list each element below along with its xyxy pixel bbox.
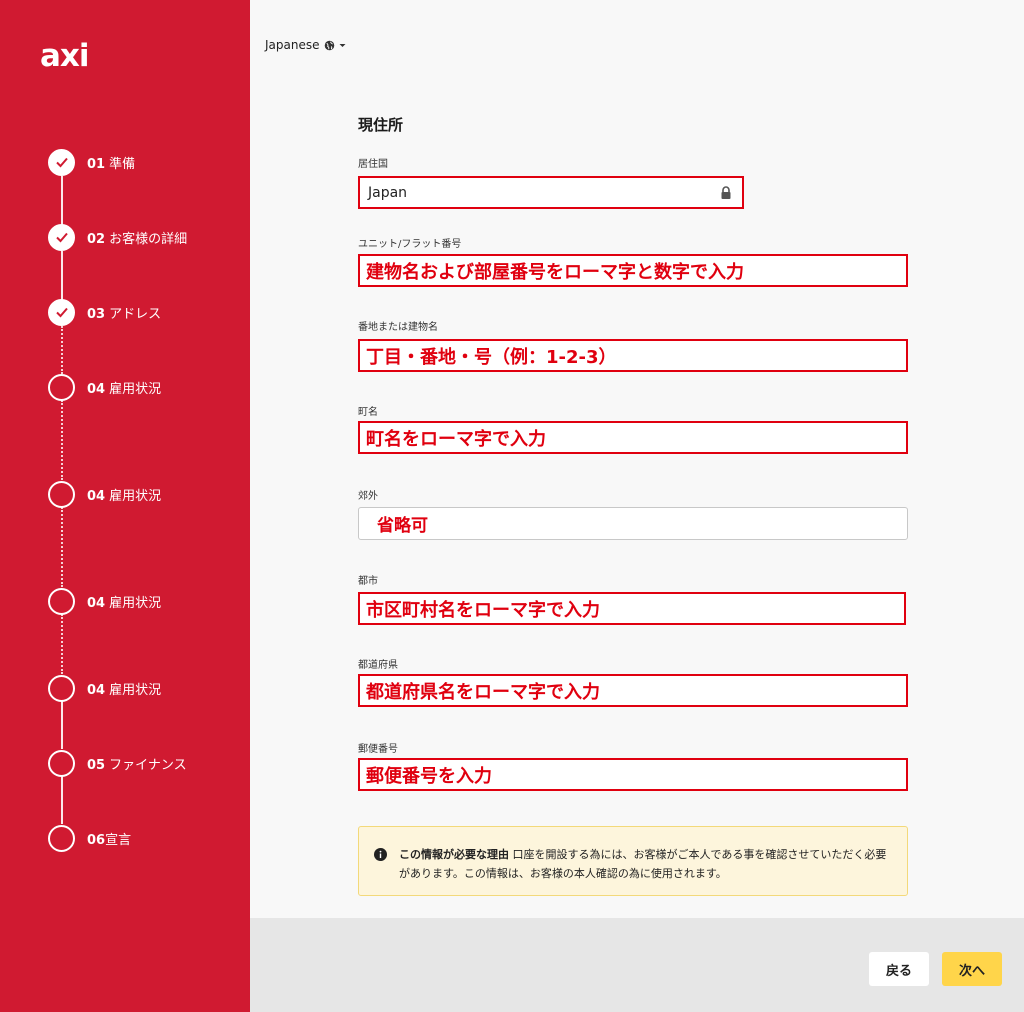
town-label: 町名 xyxy=(358,407,378,418)
prefecture-annotation: 都道府県名をローマ字で入力 xyxy=(366,681,600,703)
unit-label: ユニット/フラット番号 xyxy=(358,239,462,250)
step-pending-icon xyxy=(48,480,75,508)
step-connector xyxy=(61,776,63,824)
back-button[interactable]: 戻る xyxy=(869,952,929,986)
step-connector xyxy=(61,326,63,374)
unit-annotation: 建物名および部屋番号をローマ字と数字で入力 xyxy=(366,261,744,283)
language-label: Japanese xyxy=(265,38,320,52)
step-pending-icon xyxy=(48,674,75,702)
postcode-annotation: 郵便番号を入力 xyxy=(366,765,492,787)
country-field: Japan xyxy=(358,176,744,209)
step-employment-2[interactable]: 04 雇用状況 xyxy=(48,480,161,508)
step-done-icon xyxy=(48,223,75,251)
street-input[interactable]: 丁目・番地・号（例：1-2-3） xyxy=(358,339,908,372)
suburb-annotation: 省略可 xyxy=(377,516,428,536)
globe-icon xyxy=(324,40,334,50)
lock-icon xyxy=(721,186,731,199)
step-customer-details[interactable]: 02 お客様の詳細 xyxy=(48,223,187,251)
info-title: この情報が必要な理由 xyxy=(399,848,509,861)
town-annotation: 町名をローマ字で入力 xyxy=(366,428,546,450)
step-connector xyxy=(61,400,63,480)
step-address[interactable]: 03 アドレス xyxy=(48,298,161,326)
step-pending-icon xyxy=(48,824,75,852)
prefecture-input[interactable]: 都道府県名をローマ字で入力 xyxy=(358,674,908,707)
caret-down-icon xyxy=(339,43,345,47)
city-input[interactable]: 市区町村名をローマ字で入力 xyxy=(358,592,906,625)
step-connector xyxy=(61,614,63,674)
postcode-input[interactable]: 郵便番号を入力 xyxy=(358,758,908,791)
step-employment-1[interactable]: 04 雇用状況 xyxy=(48,373,161,401)
step-connector xyxy=(61,507,63,587)
country-label: 居住国 xyxy=(358,159,388,170)
step-pending-icon xyxy=(48,749,75,777)
info-notice: この情報が必要な理由 口座を開設する為には、お客様がご本人である事を確認させてい… xyxy=(358,826,908,896)
step-done-icon xyxy=(48,298,75,326)
country-value: Japan xyxy=(368,184,408,201)
step-employment-3[interactable]: 04 雇用状況 xyxy=(48,587,161,615)
unit-input[interactable]: 建物名および部屋番号をローマ字と数字で入力 xyxy=(358,254,908,287)
step-pending-icon xyxy=(48,587,75,615)
prefecture-label: 都道府県 xyxy=(358,660,398,671)
step-done-icon xyxy=(48,148,75,176)
step-employment-4[interactable]: 04 雇用状況 xyxy=(48,674,161,702)
postcode-label: 郵便番号 xyxy=(358,744,398,755)
suburb-label: 郊外 xyxy=(358,491,378,502)
step-finance[interactable]: 05 ファイナンス xyxy=(48,749,187,777)
city-annotation: 市区町村名をローマ字で入力 xyxy=(366,599,600,621)
info-icon xyxy=(374,848,387,861)
form-title: 現住所 xyxy=(358,116,404,134)
axi-logo: axi xyxy=(40,38,90,74)
step-declaration[interactable]: 06宣言 xyxy=(48,824,131,852)
street-label: 番地または建物名 xyxy=(358,322,438,333)
step-pending-icon xyxy=(48,373,75,401)
suburb-input[interactable]: 省略可 xyxy=(358,507,908,540)
street-annotation: 丁目・番地・号（例：1-2-3） xyxy=(366,346,617,368)
next-button[interactable]: 次へ xyxy=(942,952,1002,986)
step-prep[interactable]: 01 準備 xyxy=(48,148,135,176)
town-input[interactable]: 町名をローマ字で入力 xyxy=(358,421,908,454)
sidebar: axi 01 準備 02 お客様の詳細 03 アドレス 04 雇用状況 04 雇用状況 0… xyxy=(0,0,250,1012)
city-label: 都市 xyxy=(358,576,378,587)
step-connector xyxy=(61,701,63,749)
language-selector[interactable]: Japanese xyxy=(265,38,346,52)
